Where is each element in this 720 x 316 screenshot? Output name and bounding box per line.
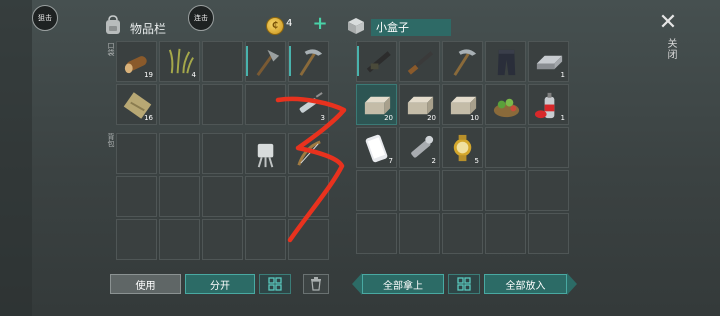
box-slot[interactable]: 10 [442,84,483,125]
box-slot[interactable]: 7 [356,127,397,168]
pocket-slot[interactable] [159,84,200,125]
red-scribble-annotation [275,96,347,243]
item-quantity: 2 [431,157,436,165]
item-quantity: 20 [427,114,436,122]
backpack-slot[interactable] [116,133,157,174]
box-slot[interactable] [356,213,397,254]
box-grid: 1 20 20 10 1 7 2 5 [356,41,569,254]
item-quantity: 20 [384,114,393,122]
backpack-slot[interactable] [159,133,200,174]
box-slot[interactable] [485,41,526,82]
pocket-slot[interactable]: 4 [159,41,200,82]
box-slot[interactable] [399,213,440,254]
assault-rifle-icon [366,51,391,73]
box-slot[interactable] [442,41,483,90]
inventory-title: 物品栏 [130,22,167,36]
pocket-slot[interactable] [202,84,243,125]
item-quantity: 19 [144,71,153,79]
backpack-slot[interactable] [159,219,200,260]
box-slot[interactable] [485,127,526,168]
pocket-slot[interactable] [288,41,329,82]
skill-button-snipe[interactable]: 狙击 [32,5,58,31]
durability-dots [424,75,436,90]
box-slot[interactable] [528,127,569,168]
put-all-arrow [567,273,577,295]
pocket-slot[interactable] [245,41,286,82]
pocket-slot[interactable]: 16 [116,84,157,125]
backpack-slot[interactable] [116,176,157,217]
herb-pile-icon [493,98,520,118]
box-slot[interactable] [399,170,440,211]
box-slot[interactable] [356,170,397,211]
backpack-label: 背包 [107,133,115,147]
backpack-slot[interactable] [202,176,243,217]
item-quantity: 1 [560,71,565,79]
add-coins-button[interactable]: + [312,15,328,33]
item-quantity: 10 [470,114,479,122]
backpack-slot[interactable] [202,219,243,260]
split-button[interactable]: 分开 [185,274,255,294]
put-all-button[interactable]: 全部放入 [484,274,567,294]
backpack-slot[interactable] [202,133,243,174]
backpack-slot[interactable] [159,176,200,217]
grid-sort-icon [457,277,471,291]
box-slot[interactable] [399,41,440,90]
box-title: 小盒子 [376,21,409,34]
armor-pants-icon [497,49,516,76]
left-edge-shade [0,0,32,316]
box-slot[interactable] [528,170,569,211]
skill-button-combo[interactable]: 连击 [188,5,214,31]
coin-icon: ₵ [266,17,284,35]
box-slot[interactable] [485,213,526,254]
grid-sort-icon [268,277,282,291]
box-slot[interactable]: 1 [528,41,569,82]
stone-axe-icon [256,49,280,76]
pocket-label: 口袋 [107,42,115,56]
box-slot[interactable] [442,170,483,211]
box-slot[interactable]: 2 [399,127,440,168]
box-slot[interactable]: 5 [442,127,483,168]
close-icon[interactable]: ✕ [658,12,678,34]
box-slot[interactable]: 20 [356,84,397,125]
item-quantity: 5 [474,157,479,165]
box-slot[interactable]: 1 [528,84,569,125]
box-slot[interactable] [485,84,526,125]
box-slot[interactable] [442,213,483,254]
item-quantity: 7 [388,157,393,165]
item-quantity: 4 [191,71,196,79]
item-quantity: 16 [144,114,153,122]
sort-inventory-button[interactable] [259,274,291,294]
discard-button[interactable] [303,274,329,294]
box-slot[interactable] [485,170,526,211]
box-slot[interactable]: 20 [399,84,440,125]
equipped-indicator [289,46,291,76]
equipped-indicator [246,46,248,76]
take-all-button[interactable]: 全部拿上 [362,274,444,294]
box-icon [348,18,364,34]
pickaxe-icon [299,49,323,76]
close-label[interactable]: 关闭 [663,38,678,60]
trash-icon [311,277,321,291]
use-button[interactable]: 使用 [110,274,181,294]
box-slot[interactable] [356,41,397,82]
box-slot[interactable] [528,213,569,254]
pocket-slot[interactable] [202,41,243,82]
backpack-slot[interactable] [116,219,157,260]
sort-box-button[interactable] [448,274,480,294]
backpack-icon [106,15,120,34]
item-quantity: 1 [560,114,565,122]
durability-dots [467,75,479,90]
equipped-indicator [357,46,359,76]
take-all-arrow [352,273,362,295]
pocket-slot[interactable]: 19 [116,41,157,82]
coin-count: 4 [286,18,293,29]
